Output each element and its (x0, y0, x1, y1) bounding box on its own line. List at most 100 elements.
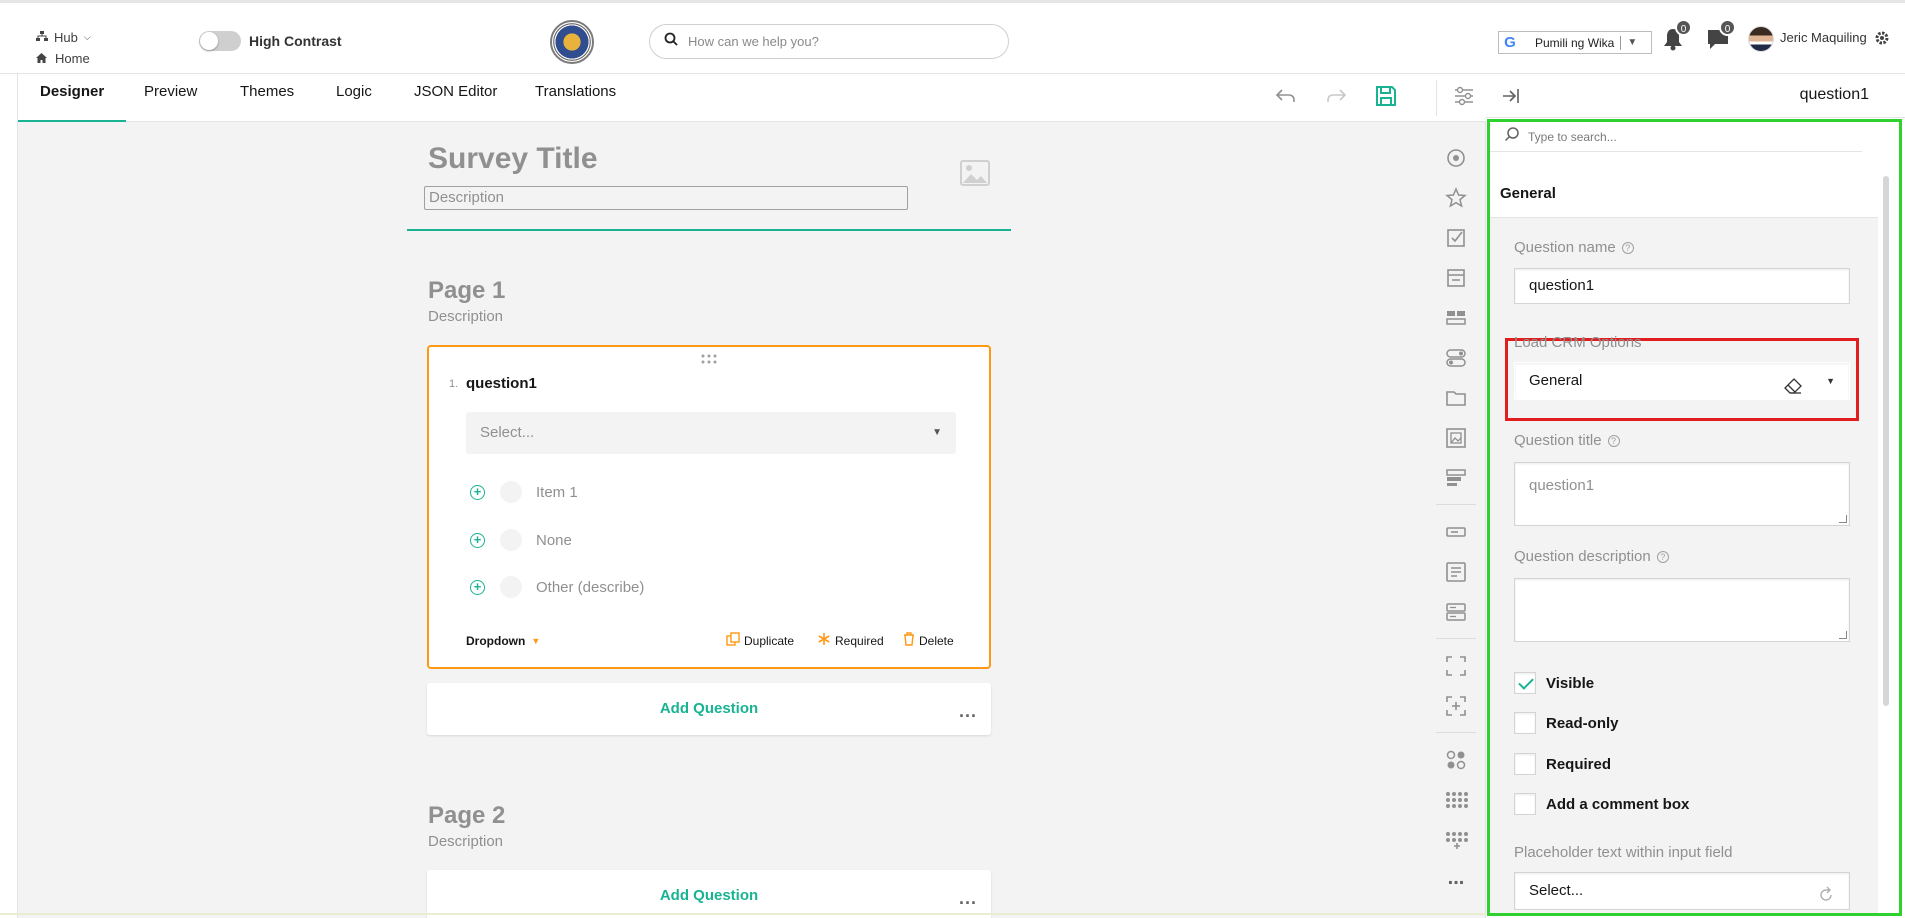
multiple-text-icon[interactable] (1444, 600, 1468, 624)
high-contrast-toggle[interactable]: High Contrast (199, 31, 342, 51)
page2-description[interactable]: Description (428, 833, 503, 850)
messages-badge: 0 (1719, 19, 1736, 36)
collapse-panel-icon[interactable] (1500, 85, 1522, 112)
choice-item[interactable]: + Item 1 (470, 480, 578, 504)
choice-label[interactable]: Other (describe) (536, 579, 644, 596)
survey-description-input[interactable]: Description (424, 186, 908, 210)
help-search[interactable] (649, 24, 1009, 59)
single-input-icon[interactable] (1444, 520, 1468, 544)
add-question-button[interactable]: Add Question ... (427, 870, 991, 918)
choice-item[interactable]: + None (470, 528, 572, 552)
tab-themes[interactable]: Themes (218, 74, 316, 122)
question-toolbox: ... (1426, 122, 1486, 918)
drag-handle-icon[interactable] (701, 351, 717, 369)
image-picker-icon[interactable] (1444, 426, 1468, 450)
tab-json-editor[interactable]: JSON Editor (392, 74, 519, 122)
gear-icon[interactable] (1874, 30, 1890, 51)
copy-icon (726, 632, 740, 649)
question-dropdown[interactable]: Select... ▼ (466, 412, 956, 454)
save-icon[interactable] (1374, 84, 1398, 113)
duplicate-button[interactable]: Duplicate (726, 632, 794, 649)
file-icon[interactable] (1444, 386, 1468, 410)
search-icon (664, 32, 678, 51)
logo-image-placeholder-icon[interactable] (960, 158, 990, 188)
user-avatar[interactable] (1748, 26, 1774, 52)
ranking-icon[interactable] (1444, 466, 1468, 490)
top-header: Hub ⌵ Home High Contrast G Pumili ng Wik… (0, 0, 1905, 74)
page1-description[interactable]: Description (428, 308, 503, 325)
panel-icon[interactable] (1444, 654, 1468, 678)
messages-button[interactable]: 0 (1706, 19, 1736, 53)
comment-icon[interactable] (1444, 560, 1468, 584)
question-type-selector[interactable]: Dropdown ▼ (466, 634, 540, 648)
hub-menu[interactable]: Hub ⌵ (36, 30, 91, 45)
dropdown-icon[interactable] (1444, 266, 1468, 290)
property-grid-header: question1 (1486, 74, 1905, 118)
high-contrast-label: High Contrast (249, 33, 342, 49)
add-question-label: Add Question (659, 887, 759, 904)
undo-icon[interactable] (1274, 84, 1298, 113)
caret-down-icon: ▼ (531, 636, 541, 646)
page2-title[interactable]: Page 2 (428, 802, 505, 830)
trash-icon (903, 632, 915, 649)
home-link[interactable]: Home (36, 51, 90, 66)
help-search-input[interactable] (688, 34, 988, 49)
question-card[interactable]: 1. question1 Select... ▼ + Item 1 + None… (427, 345, 991, 669)
checkbox-icon[interactable] (1444, 226, 1468, 250)
bell-icon (1662, 29, 1684, 55)
property-panel-highlight (1487, 119, 1902, 916)
matrix-dropdown-icon[interactable] (1444, 788, 1468, 812)
add-choice-icon[interactable]: + (470, 532, 485, 548)
survey-canvas: Survey Title Description Page 1 Descript… (18, 122, 1426, 918)
question-type-label: Dropdown (466, 634, 526, 648)
notifications-button[interactable]: 0 (1662, 19, 1692, 55)
question-title[interactable]: question1 (466, 375, 537, 392)
dropdown-arrow-icon: ▼ (1627, 37, 1638, 48)
language-label: Pumili ng Wika (1535, 35, 1615, 50)
tab-preview[interactable]: Preview (122, 74, 219, 122)
language-selector[interactable]: G Pumili ng Wika ▼ (1498, 31, 1652, 54)
add-question-button[interactable]: Add Question ... (427, 683, 991, 735)
question-dropdown-placeholder: Select... (480, 424, 535, 441)
sitemap-icon (36, 30, 48, 45)
home-icon (36, 51, 47, 66)
choice-item[interactable]: + Other (describe) (470, 575, 644, 599)
tab-logic[interactable]: Logic (314, 74, 394, 122)
tab-designer[interactable]: Designer (18, 74, 127, 122)
boolean-icon[interactable] (1444, 346, 1468, 370)
matrix-icon[interactable] (1444, 748, 1468, 772)
choice-label[interactable]: Item 1 (536, 484, 578, 501)
required-button[interactable]: Required (817, 632, 884, 649)
add-choice-icon[interactable]: + (470, 579, 485, 595)
dynamic-panel-icon[interactable] (1444, 694, 1468, 718)
choice-radio (500, 529, 522, 551)
designer-tabs: Designer Preview Themes Logic JSON Edito… (18, 74, 1486, 122)
left-gutter (0, 74, 18, 918)
survey-title[interactable]: Survey Title (428, 142, 598, 176)
settings-sliders-icon[interactable] (1452, 84, 1476, 113)
duplicate-label: Duplicate (744, 633, 795, 648)
bottom-divider (0, 913, 1486, 915)
choice-label[interactable]: None (536, 532, 572, 549)
selected-element-name: question1 (1799, 86, 1869, 103)
star-rating-icon[interactable] (1444, 186, 1468, 210)
delete-button[interactable]: Delete (903, 632, 954, 649)
page1-title[interactable]: Page 1 (428, 277, 505, 305)
tagbox-icon[interactable] (1444, 306, 1468, 330)
home-label: Home (55, 51, 90, 66)
matrix-dynamic-icon[interactable] (1444, 828, 1468, 852)
more-options-icon[interactable]: ... (959, 870, 977, 918)
more-options-icon[interactable]: ... (959, 683, 977, 739)
radiogroup-icon[interactable] (1444, 146, 1468, 170)
google-g-icon: G (1504, 34, 1516, 51)
choice-radio (500, 481, 522, 503)
tab-translations[interactable]: Translations (513, 74, 638, 122)
redo-icon[interactable] (1324, 84, 1348, 113)
toggle-switch[interactable] (199, 31, 241, 51)
chevron-down-icon: ⌵ (83, 32, 91, 42)
organization-seal-logo (550, 20, 594, 64)
caret-down-icon: ▼ (932, 427, 942, 438)
user-name[interactable]: Jeric Maquiling (1780, 30, 1867, 45)
add-choice-icon[interactable]: + (470, 484, 485, 500)
more-tools-icon[interactable]: ... (1444, 868, 1468, 892)
